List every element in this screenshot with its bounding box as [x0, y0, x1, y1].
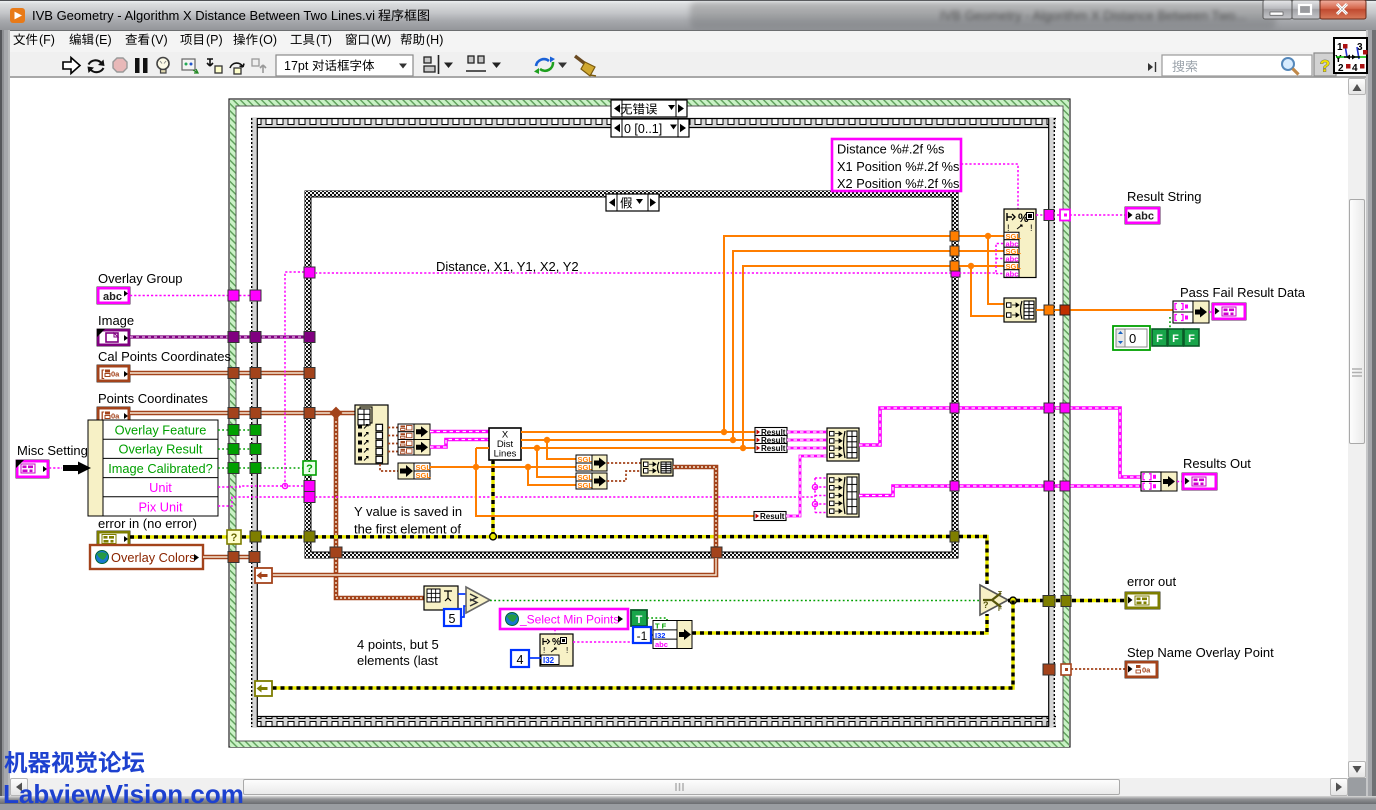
svg-text:F: F — [1188, 333, 1195, 345]
svg-text:(H): (H) — [426, 33, 443, 47]
svg-text:Points Coordinates: Points Coordinates — [98, 391, 208, 406]
svg-text:!: ! — [1030, 223, 1033, 233]
svg-text:SGL: SGL — [578, 463, 594, 472]
svg-text:?: ? — [1320, 57, 1330, 76]
svg-text:SGL: SGL — [578, 481, 594, 490]
svg-text:Result String: Result String — [1127, 189, 1201, 204]
svg-text:abc: abc — [103, 291, 122, 303]
svg-text:F: F — [1172, 333, 1179, 345]
svg-text:the first element of: the first element of — [354, 522, 461, 537]
svg-text:Pass Fail Result Data: Pass Fail Result Data — [1180, 285, 1306, 300]
svg-text:!: ! — [543, 646, 545, 655]
svg-text:T: T — [998, 591, 1002, 598]
svg-text:(V): (V) — [151, 33, 168, 47]
svg-text:I32: I32 — [655, 631, 665, 640]
svg-text:Distance, X1, Y1, X2, Y2: Distance, X1, Y1, X2, Y2 — [436, 259, 579, 274]
svg-text:!: ! — [566, 646, 568, 655]
svg-text:?: ? — [306, 463, 313, 475]
svg-text:Distance %#.2f %s: Distance %#.2f %s — [837, 142, 944, 157]
svg-text:?: ? — [231, 532, 238, 544]
svg-text:Overlay Feature: Overlay Feature — [115, 423, 207, 438]
svg-text:0a: 0a — [111, 370, 120, 379]
svg-text:abc: abc — [655, 640, 668, 649]
svg-text:Cal Points Coordinates: Cal Points Coordinates — [98, 349, 231, 364]
svg-text:Y value is saved in: Y value is saved in — [354, 504, 462, 519]
svg-text:Overlay Colors: Overlay Colors — [111, 550, 196, 565]
svg-text:Result: Result — [761, 444, 786, 453]
svg-text:F: F — [998, 606, 1002, 613]
svg-text:error in (no error): error in (no error) — [98, 516, 197, 531]
svg-text:I32: I32 — [543, 656, 555, 665]
svg-text:5: 5 — [449, 612, 456, 626]
svg-text:Overlay Result: Overlay Result — [119, 442, 203, 457]
svg-text:Pix Unit: Pix Unit — [138, 499, 183, 514]
svg-text:abc: abc — [1006, 269, 1019, 278]
svg-text:T F: T F — [655, 622, 667, 631]
svg-text:Step Name Overlay Point: Step Name Overlay Point — [1127, 645, 1274, 660]
svg-text:0 [0..1]: 0 [0..1] — [624, 122, 662, 136]
svg-text:(P): (P) — [206, 33, 223, 47]
svg-text:-1: -1 — [637, 629, 648, 643]
svg-text:X1 Position %#.2f %s: X1 Position %#.2f %s — [837, 159, 959, 174]
svg-text:?: ? — [983, 600, 989, 610]
svg-text:X2 Position %#.2f %s: X2 Position %#.2f %s — [837, 176, 959, 191]
svg-text:%: % — [552, 637, 561, 648]
svg-text:0a: 0a — [1142, 666, 1151, 675]
svg-text:Overlay Group: Overlay Group — [98, 271, 183, 286]
svg-text:17pt: 17pt — [284, 59, 309, 73]
svg-text:4: 4 — [517, 653, 524, 667]
svg-text:Result: Result — [760, 512, 785, 521]
svg-text:Unit: Unit — [149, 480, 172, 495]
svg-text:_Select Min Points: _Select Min Points — [519, 613, 619, 627]
svg-text:(W): (W) — [371, 33, 391, 47]
svg-text:1: 1 — [1337, 42, 1343, 53]
svg-text:SGL: SGL — [416, 471, 432, 480]
svg-text:4: 4 — [1352, 63, 1358, 74]
svg-text:4 points, but 5: 4 points, but 5 — [357, 637, 439, 652]
svg-text:IVB Geometry - Algorithm X Dis: IVB Geometry - Algorithm X Distance Betw… — [32, 8, 375, 23]
svg-text:F: F — [1156, 333, 1163, 345]
svg-text:0: 0 — [1129, 331, 1136, 346]
svg-text:Image: Image — [98, 313, 134, 328]
svg-text:(E): (E) — [95, 33, 112, 47]
svg-text:(F): (F) — [39, 33, 55, 47]
svg-text:0a: 0a — [111, 412, 120, 421]
svg-text:(O): (O) — [259, 33, 277, 47]
svg-text:2: 2 — [1338, 63, 1344, 74]
svg-text:T: T — [636, 614, 643, 626]
svg-text:error out: error out — [1127, 574, 1177, 589]
svg-text:Results Out: Results Out — [1183, 456, 1251, 471]
svg-text:(T): (T) — [316, 33, 332, 47]
svg-text:Lines: Lines — [494, 449, 517, 460]
svg-text:Misc Setting: Misc Setting — [17, 443, 88, 458]
svg-text:elements (last: elements (last — [357, 653, 438, 668]
svg-text:Image Calibrated?: Image Calibrated? — [108, 461, 213, 476]
svg-text:abc: abc — [1135, 211, 1154, 223]
